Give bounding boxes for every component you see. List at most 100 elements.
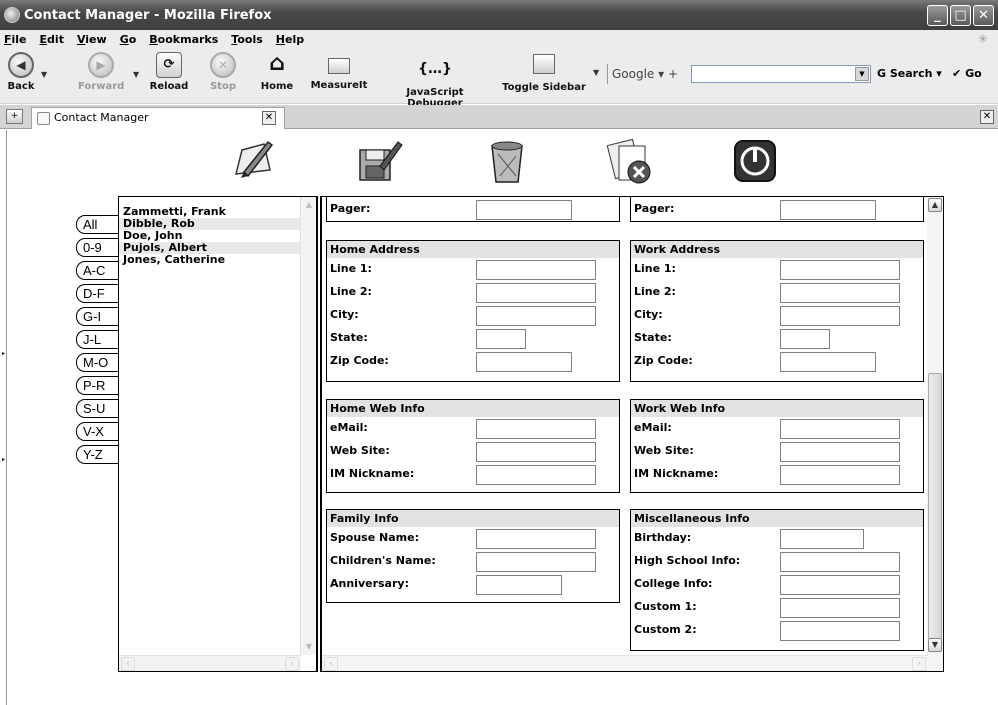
menu-view[interactable]: View — [77, 33, 107, 46]
menu-go[interactable]: Go — [120, 33, 137, 46]
field-label: Line 2: — [330, 285, 372, 298]
forward-history-dropdown-icon[interactable]: ▼ — [133, 70, 139, 79]
home-pager-field[interactable] — [476, 200, 572, 220]
letter-tab-d-f[interactable]: D-F — [76, 284, 118, 303]
menu-help[interactable]: Help — [276, 33, 304, 46]
search-input[interactable]: ▼ — [691, 65, 871, 83]
spouse-name-field[interactable] — [476, 529, 596, 549]
scroll-right-icon[interactable]: › — [285, 657, 299, 671]
menu-tools[interactable]: Tools — [231, 33, 262, 46]
exit-icon[interactable] — [730, 136, 780, 186]
field-label: Zip Code: — [330, 354, 389, 367]
college-info-field[interactable] — [780, 575, 900, 595]
scroll-left-icon[interactable]: ‹ — [324, 657, 338, 671]
work-zip-field[interactable] — [780, 352, 876, 372]
work-state-field[interactable] — [780, 329, 830, 349]
letter-tab-a-c[interactable]: A-C — [76, 261, 118, 280]
field-label: Birthday: — [634, 531, 692, 544]
menu-edit[interactable]: Edit — [40, 33, 64, 46]
anniversary-field[interactable] — [476, 575, 562, 595]
form-horizontal-scrollbar[interactable]: ‹ › — [322, 655, 928, 671]
work-im-nickname-field[interactable] — [780, 465, 900, 485]
back-button[interactable]: ◀ Back — [4, 52, 38, 92]
work-website-field[interactable] — [780, 442, 900, 462]
scroll-up-icon[interactable]: ▲ — [928, 198, 942, 212]
toolbar-overflow-dropdown-icon[interactable]: ▼ — [593, 68, 599, 77]
menu-bookmarks[interactable]: Bookmarks — [149, 33, 218, 46]
forward-arrow-icon: ▶ — [88, 52, 114, 78]
field-label: City: — [634, 308, 663, 321]
contact-detail-form: Pager: Pager: Home Address Line 1: Line … — [320, 196, 944, 672]
custom1-field[interactable] — [780, 598, 900, 618]
menu-bar: File Edit View Go Bookmarks Tools Help ✳ — [0, 30, 998, 48]
work-line1-field[interactable] — [780, 260, 900, 280]
letter-tab-all[interactable]: All — [76, 215, 118, 234]
letter-tab-g-i[interactable]: G-I — [76, 307, 118, 326]
scroll-up-icon[interactable]: ▲ — [302, 198, 316, 212]
childrens-name-field[interactable] — [476, 552, 596, 572]
form-vertical-scrollbar[interactable]: ▲ ▼ — [927, 197, 943, 671]
new-tab-icon[interactable]: + — [6, 109, 23, 124]
contact-list-vertical-scrollbar[interactable]: ▲ ▼ — [300, 197, 316, 655]
tab-close-icon[interactable]: ✕ — [262, 111, 276, 125]
field-label: Custom 2: — [634, 623, 697, 636]
letter-tab-s-u[interactable]: S-U — [76, 399, 118, 418]
work-pager-field[interactable] — [780, 200, 876, 220]
toggle-sidebar-button[interactable]: Toggle Sidebar — [500, 52, 588, 93]
home-im-nickname-field[interactable] — [476, 465, 596, 485]
scroll-down-icon[interactable]: ▼ — [928, 638, 942, 652]
reload-button[interactable]: ⟳ Reload — [148, 52, 190, 92]
tab-contact-manager[interactable]: Contact Manager ✕ — [31, 107, 285, 129]
scroll-right-icon[interactable]: › — [912, 657, 926, 671]
measureit-button[interactable]: MeasureIt — [310, 52, 368, 91]
title-bar: Contact Manager - Mozilla Firefox _ □ ✕ — [0, 0, 998, 30]
home-website-field[interactable] — [476, 442, 596, 462]
custom2-field[interactable] — [780, 621, 900, 641]
home-state-field[interactable] — [476, 329, 526, 349]
minimize-button[interactable]: _ — [927, 5, 948, 26]
field-label: Web Site: — [330, 444, 390, 457]
search-engine-selector[interactable]: Google ▾ + — [607, 64, 687, 84]
scrollbar-thumb[interactable] — [928, 373, 942, 639]
high-school-info-field[interactable] — [780, 552, 900, 572]
home-city-field[interactable] — [476, 306, 596, 326]
contact-list-horizontal-scrollbar[interactable]: ‹ › — [119, 655, 301, 671]
new-contact-icon[interactable] — [228, 136, 278, 186]
ruler-icon — [328, 58, 350, 74]
work-city-field[interactable] — [780, 306, 900, 326]
go-button[interactable]: ✔ Go — [952, 64, 982, 84]
menu-file[interactable]: File — [4, 33, 27, 46]
field-label: State: — [330, 331, 368, 344]
tab-bar: + Contact Manager ✕ ✕ — [0, 105, 998, 129]
letter-tab-p-r[interactable]: P-R — [76, 376, 118, 395]
home-zip-field[interactable] — [476, 352, 572, 372]
save-contact-icon[interactable] — [354, 136, 404, 186]
home-line1-field[interactable] — [476, 260, 596, 280]
field-label: Pager: — [330, 202, 371, 215]
forward-button[interactable]: ▶ Forward — [78, 52, 124, 92]
delete-contact-icon[interactable] — [482, 136, 532, 186]
letter-tab-m-o[interactable]: M-O — [76, 353, 118, 372]
close-window-button[interactable]: ✕ — [973, 5, 994, 26]
birthday-field[interactable] — [780, 529, 864, 549]
stop-button[interactable]: ✕ Stop — [207, 52, 239, 92]
letter-tab-0-9[interactable]: 0-9 — [76, 238, 118, 257]
scroll-down-icon[interactable]: ▼ — [302, 640, 316, 654]
work-line2-field[interactable] — [780, 283, 900, 303]
back-history-dropdown-icon[interactable]: ▼ — [41, 70, 47, 79]
scroll-left-icon[interactable]: ‹ — [121, 657, 135, 671]
work-email-field[interactable] — [780, 419, 900, 439]
maximize-button[interactable]: □ — [950, 5, 971, 26]
letter-tab-y-z[interactable]: Y-Z — [76, 445, 118, 464]
search-button[interactable]: G Search ▾ — [877, 64, 942, 84]
letter-tab-v-x[interactable]: V-X — [76, 422, 118, 441]
home-email-field[interactable] — [476, 419, 596, 439]
search-history-dropdown-icon[interactable]: ▼ — [855, 67, 869, 81]
close-tab-icon[interactable]: ✕ — [980, 110, 994, 124]
javascript-debugger-button[interactable]: {…} JavaScript Debugger — [377, 58, 493, 109]
contact-item[interactable]: Jones, Catherine — [119, 254, 316, 266]
clear-all-icon[interactable] — [607, 136, 657, 186]
home-line2-field[interactable] — [476, 283, 596, 303]
home-button[interactable]: ⌂ Home — [258, 52, 296, 93]
letter-tab-j-l[interactable]: J-L — [76, 330, 118, 349]
